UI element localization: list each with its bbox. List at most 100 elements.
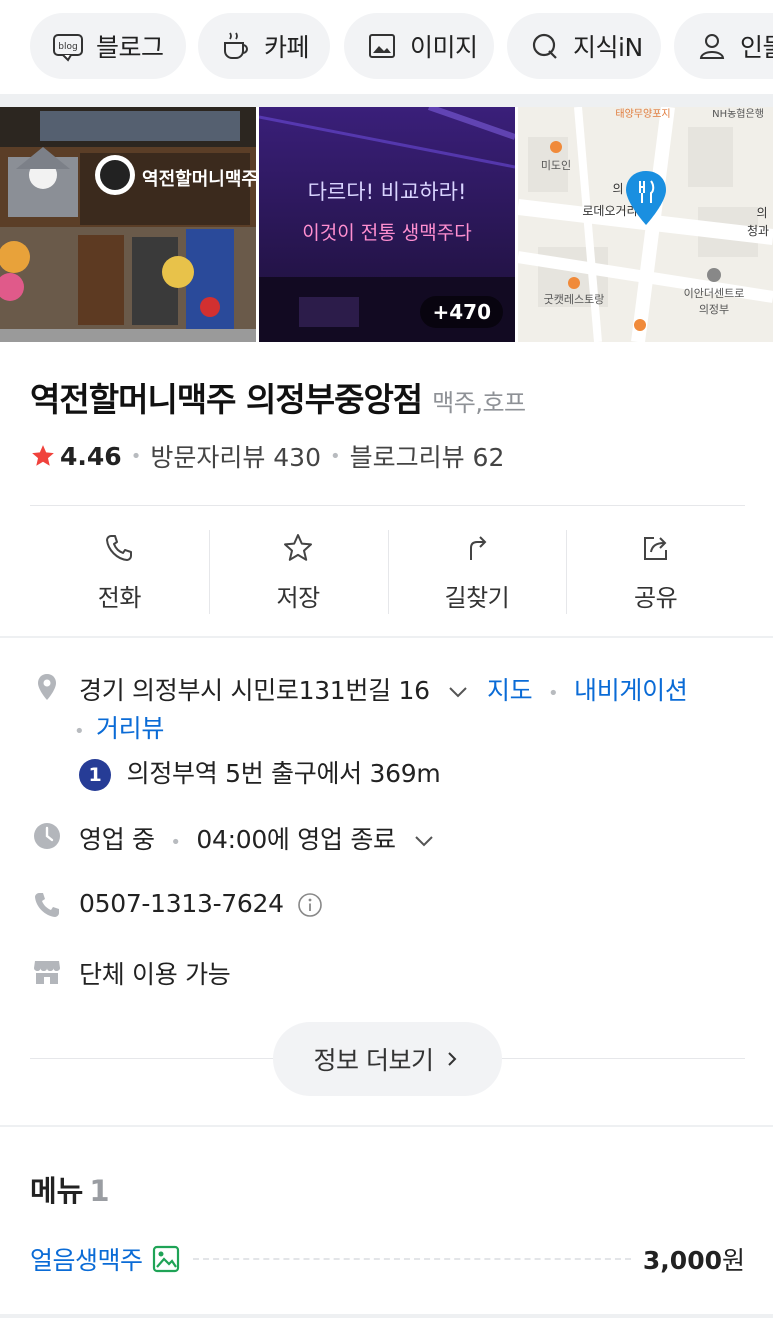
location-pin-icon [38, 674, 56, 700]
share-button[interactable]: 공유 [566, 528, 745, 614]
map-label: 이안더센트로 [684, 287, 745, 300]
store-icon [34, 961, 60, 984]
map-label: 굿캣레스토랑 [544, 293, 605, 306]
map-label: 태양무양포지 [615, 108, 670, 120]
chevron-down-icon[interactable] [447, 681, 469, 703]
chip-label: 블로그 [96, 33, 164, 62]
chip-label: 카페 [264, 33, 310, 62]
save-button[interactable]: 저장 [208, 528, 388, 614]
street-view-row: • 거리뷰 [74, 709, 164, 745]
place-title-row: 역전할머니맥주 의정부중앙점 맥주,호프 [30, 373, 750, 421]
photo-icon[interactable] [151, 1244, 181, 1274]
menu-item-price: 3,000원 [643, 1241, 745, 1277]
price-value: 3,000 [642, 1246, 722, 1275]
map-label: 로데오거리 [582, 204, 637, 218]
menu-section-title: 메뉴 1 [30, 1168, 110, 1210]
phone-number[interactable]: 0507-1313-7624 [79, 889, 284, 918]
neon-line1: 다르다! 비교하라! [308, 180, 467, 204]
person-icon [699, 34, 725, 59]
subway-line-badge: 1 [79, 759, 111, 791]
chip-cafe[interactable]: 카페 [198, 13, 330, 79]
subway-distance-text: 의정부역 5번 출구에서 369m [126, 759, 441, 788]
photo-count-badge[interactable]: +470 [420, 296, 503, 328]
price-unit: 원 [721, 1246, 745, 1275]
image-icon [369, 34, 395, 58]
blog-icon: blog [53, 34, 83, 62]
rating-row: 4.46 • 방문자리뷰 430 • 블로그리뷰 62 [30, 438, 504, 474]
separator-dot: • [329, 445, 341, 467]
chip-label: 지식iN [573, 33, 643, 62]
section-divider [0, 1125, 773, 1127]
storefront-illustration: 역전할머니맥주 [0, 107, 256, 342]
phone-icon [106, 535, 133, 561]
storefront-photo[interactable]: 역전할머니맥주 [0, 107, 256, 342]
section-divider [0, 1314, 773, 1318]
menu-count: 1 [89, 1174, 110, 1208]
map-illustration: 태양무양포지 NH농협은행 미도인 의 로데오거리 의 청과 굿캣레스토랑 이안… [518, 107, 773, 342]
neon-line2: 이것이 전통 생맥주다 [302, 222, 471, 244]
star-outline-icon [284, 534, 313, 561]
menu-item-name[interactable]: 얼음생맥주 [30, 1241, 143, 1277]
facility-row: 단체 이용 가능 [79, 955, 231, 991]
separator-dot: • [170, 832, 181, 853]
clock-icon [34, 823, 60, 849]
map-link[interactable]: 지도 [487, 676, 533, 705]
cafe-cup-icon [224, 32, 248, 59]
place-name: 역전할머니맥주 의정부중앙점 [30, 380, 423, 419]
interior-neon-photo[interactable]: 다르다! 비교하라! 이것이 전통 생맥주다 +470 [259, 107, 515, 342]
phone-icon [35, 893, 59, 917]
visitor-reviews-link[interactable]: 방문자리뷰 430 [150, 438, 321, 474]
map-label: 의정부 [699, 303, 729, 316]
chip-image[interactable]: 이미지 [344, 13, 494, 79]
map-label: 미도인 [541, 159, 571, 172]
more-info-button[interactable]: 정보 더보기 [273, 1022, 502, 1096]
action-label: 공유 [634, 584, 678, 612]
place-category: 맥주,호프 [432, 389, 526, 417]
directions-button[interactable]: 길찾기 [387, 528, 567, 614]
map-label: 의 [612, 182, 623, 196]
street-view-link[interactable]: 거리뷰 [96, 714, 164, 743]
directions-icon [469, 536, 487, 560]
map-thumbnail[interactable]: 태양무양포지 NH농협은행 미도인 의 로데오거리 의 청과 굿캣레스토랑 이안… [518, 107, 773, 342]
blog-icon-text: blog [58, 42, 77, 52]
business-status: 영업 중 [79, 825, 155, 854]
menu-title: 메뉴 [30, 1174, 84, 1208]
dotted-leader [192, 1258, 631, 1260]
star-filled-icon [32, 445, 54, 466]
separator-dot: • [548, 683, 559, 704]
divider [30, 505, 745, 506]
subway-row: 1 의정부역 5번 출구에서 369m [79, 754, 441, 791]
facility-text: 단체 이용 가능 [79, 960, 231, 989]
map-label: 청과 [747, 224, 769, 238]
chip-blog[interactable]: blog 블로그 [30, 13, 186, 79]
rating-score: 4.46 [60, 441, 122, 471]
separator-dot: • [130, 445, 142, 467]
action-label: 저장 [276, 584, 321, 612]
closing-time: 04:00에 영업 종료 [196, 825, 396, 854]
phone-row[interactable]: 0507-1313-7624 [79, 889, 323, 918]
menu-item[interactable]: 얼음생맥주 3,000원 [30, 1238, 745, 1280]
share-icon [643, 537, 667, 560]
address-text: 경기 의정부시 시민로131번길 16 [79, 676, 430, 705]
search-category-chips: blog 블로그 카페 이미지 지식iN 인물 [0, 0, 773, 94]
photo-strip: 역전할머니맥주 다르다! 비교하라! 이것이 전통 생맥주다 +470 태양무양… [0, 107, 773, 342]
info-icon[interactable] [297, 892, 323, 918]
action-bar: 전화 저장 길찾기 공유 [30, 528, 745, 614]
storefront-sign-text: 역전할머니맥주 [142, 168, 256, 190]
separator-dot: • [74, 721, 85, 742]
chip-knowledge-in[interactable]: 지식iN [507, 13, 661, 79]
action-label: 길찾기 [444, 584, 510, 612]
more-info-label: 정보 더보기 [313, 1046, 434, 1075]
chevron-down-icon[interactable] [413, 830, 435, 852]
hours-row[interactable]: 영업 중 • 04:00에 영업 종료 [79, 820, 435, 856]
action-label: 전화 [97, 584, 142, 612]
address-row: 경기 의정부시 시민로131번길 16 지도 • 내비게이션 [79, 671, 688, 707]
chip-label: 인물 [740, 33, 773, 62]
blog-reviews-link[interactable]: 블로그리뷰 62 [350, 438, 505, 474]
navigation-link[interactable]: 내비게이션 [574, 676, 688, 705]
section-divider [0, 636, 773, 638]
call-button[interactable]: 전화 [30, 528, 209, 614]
chip-label: 이미지 [410, 33, 478, 62]
chip-person[interactable]: 인물 [674, 13, 773, 79]
section-gap [0, 94, 773, 107]
